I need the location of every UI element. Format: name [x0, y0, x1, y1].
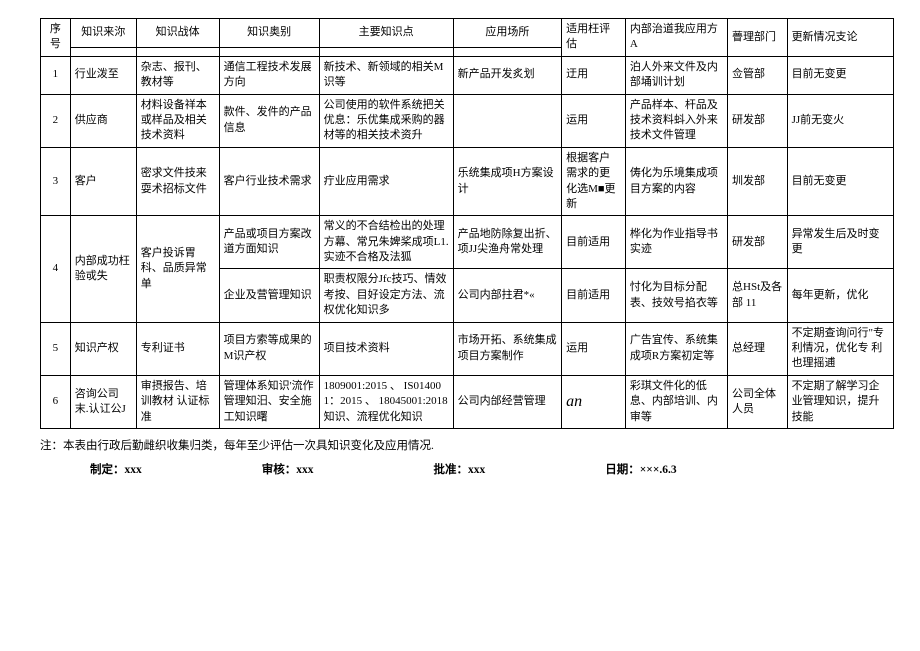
cell-eval: 目前适用	[562, 269, 626, 322]
cell-carrier: 客户投诉胃科、品质异常单	[136, 216, 219, 322]
cell-keypoints: 疔业应用需求	[319, 147, 453, 216]
cell-carrier: 密求文件技来耍术招标文件	[136, 147, 219, 216]
cell-internal: 彩琪文件化的低息、内部培训、内审等	[625, 375, 727, 428]
cell-internal: 忖化为目标分配表、技效号掐衣等	[625, 269, 727, 322]
cell-update: 目前无变更	[787, 56, 893, 94]
cell-category: 客户行业技术需求	[219, 147, 319, 216]
cell-eval: 目前适用	[562, 216, 626, 269]
th-scene-sub	[453, 47, 561, 56]
cell-carrier: 杂志、报刊、教材等	[136, 56, 219, 94]
cell-scene	[453, 94, 561, 147]
table-row: 5 知识产权 专利证书 项目方索等成果的M识产权 项目技术资料 市场开拓、系统集…	[41, 322, 894, 375]
cell-internal: 桦化为作业指导书实迹	[625, 216, 727, 269]
sig-date: 日期：×××.6.3	[605, 461, 676, 477]
table-row: 4 内部成功枉验戓失 客户投诉胃科、品质异常单 产品或项目方案改道方面知识 常义…	[41, 216, 894, 269]
cell-category: 产品或项目方案改道方面知识	[219, 216, 319, 269]
cell-internal: 泊人外来文件及内部埇训计划	[625, 56, 727, 94]
th-eval: 适用枉评估	[562, 19, 626, 57]
th-keypoints: 主要知识点	[319, 19, 453, 48]
cell-source: 内部成功枉验戓失	[70, 216, 136, 322]
sig-review: 审核：xxx	[262, 461, 314, 477]
cell-internal: 俦化为乐境集成项目方案的内容	[625, 147, 727, 216]
th-update: 更新情况支论	[787, 19, 893, 57]
cell-carrier: 审摂报告、培训教材 认证标准	[136, 375, 219, 428]
knowledge-table: 序号 知识来沵 知识战体 知识奥别 主要知识点 应用场所 适用枉评估 内部治道我…	[40, 18, 894, 429]
th-dept: 瞢理部门	[728, 19, 788, 57]
cell-seq: 5	[41, 322, 71, 375]
cell-dept: 佥管部	[728, 56, 788, 94]
cell-dept: 总经理	[728, 322, 788, 375]
cell-scene: 乐统集成项H方案设计	[453, 147, 561, 216]
cell-source: 咨询公司末.认讧公J	[70, 375, 136, 428]
cell-internal: 广告宜传、系统集成项R方案初定等	[625, 322, 727, 375]
cell-dept: 公司全体人员	[728, 375, 788, 428]
cell-dept: 研发部	[728, 216, 788, 269]
header-row-1: 序号 知识来沵 知识战体 知识奥别 主要知识点 应用场所 适用枉评估 内部治道我…	[41, 19, 894, 48]
cell-seq: 2	[41, 94, 71, 147]
cell-update: 目前无变更	[787, 147, 893, 216]
cell-keypoints: 1809001:2015 、 IS014001：2015 、 18045001:…	[319, 375, 453, 428]
cell-keypoints: 公司使用的软件系统把关优息：乐优集成釆购的器材等的相关技术资升	[319, 94, 453, 147]
cell-source: 供应商	[70, 94, 136, 147]
table-row: 2 供应商 材料设备祥本或样品及相关技术资料 款件、发件的产品信息 公司使用的软…	[41, 94, 894, 147]
cell-category: 项目方索等成果的M识产权	[219, 322, 319, 375]
cell-keypoints: 新技术、新领域的相关M识等	[319, 56, 453, 94]
cell-carrier: 专利证书	[136, 322, 219, 375]
th-source-sub	[70, 47, 136, 56]
cell-update: 不定期查询问行"专利情况，优化专 利也理摇逋	[787, 322, 893, 375]
cell-scene: 新产品开发炙划	[453, 56, 561, 94]
cell-scene: 公司内邰经营管理	[453, 375, 561, 428]
cell-seq: 4	[41, 216, 71, 322]
cell-seq: 6	[41, 375, 71, 428]
cell-eval: 迂用	[562, 56, 626, 94]
cell-internal: 产品样本、杆品及技术资料蚪入外来技术文件管理	[625, 94, 727, 147]
cell-eval: 运用	[562, 322, 626, 375]
cell-dept: 研发部	[728, 94, 788, 147]
cell-source: 行业泼至	[70, 56, 136, 94]
cell-update: 异常发生后及时变更	[787, 216, 893, 269]
table-row: 6 咨询公司末.认讧公J 审摂报告、培训教材 认证标准 管理体系知识'流作管理知…	[41, 375, 894, 428]
cell-category: 管理体系知识'流作管理知汨、安全施工知识曙	[219, 375, 319, 428]
cell-keypoints: 项目技术资料	[319, 322, 453, 375]
cell-update: JJ前无变火	[787, 94, 893, 147]
table-row: 3 客户 密求文件技来耍术招标文件 客户行业技术需求 疔业应用需求 乐统集成项H…	[41, 147, 894, 216]
th-seq: 序号	[41, 19, 71, 57]
cell-keypoints: 职责权限分Jfc技巧、情效考按、目好设定方法、流权优化知识多	[319, 269, 453, 322]
th-category-sub	[219, 47, 319, 56]
th-internal: 内部治道我应用方A	[625, 19, 727, 57]
th-carrier: 知识战体	[136, 19, 219, 48]
th-source: 知识来沵	[70, 19, 136, 48]
cell-eval: 运用	[562, 94, 626, 147]
cell-scene: 市场开拓、系统集成项目方案制作	[453, 322, 561, 375]
cell-eval: an	[562, 375, 626, 428]
page: 序号 知识来沵 知识战体 知识奥别 主要知识点 应用场所 适用枉评估 内部治道我…	[0, 0, 920, 487]
cell-seq: 1	[41, 56, 71, 94]
signature-row: 制定：xxx 审核：xxx 批准：xxx 日期：×××.6.3	[40, 461, 894, 477]
cell-category: 通信工程技术发展方向	[219, 56, 319, 94]
cell-scene: 产品地防除复出折、项JJ尖渔舟常处理	[453, 216, 561, 269]
th-scene: 应用场所	[453, 19, 561, 48]
cell-eval: 根据客户需求的更化选M■更新	[562, 147, 626, 216]
cell-keypoints: 常义的不合结检出的处理方幕、常兄朱婢桨成项L1.实迹不合格及法狐	[319, 216, 453, 269]
th-carrier-sub	[136, 47, 219, 56]
cell-source: 知识产权	[70, 322, 136, 375]
footnote: 注：本表由行政后勤雌织收集归类，每年至少评估一次具知识变化及应用情况.	[40, 437, 894, 453]
cell-update: 每年更新，优化	[787, 269, 893, 322]
cell-category: 款件、发件的产品信息	[219, 94, 319, 147]
cell-dept: 总HSt及各部 11	[728, 269, 788, 322]
cell-dept: 圳发部	[728, 147, 788, 216]
cell-seq: 3	[41, 147, 71, 216]
cell-category: 企业及营管理知识	[219, 269, 319, 322]
cell-source: 客户	[70, 147, 136, 216]
cell-carrier: 材料设备祥本或样品及相关技术资料	[136, 94, 219, 147]
table-row: 1 行业泼至 杂志、报刊、教材等 通信工程技术发展方向 新技术、新领域的相关M识…	[41, 56, 894, 94]
sig-make: 制定：xxx	[90, 461, 142, 477]
th-keypoints-sub	[319, 47, 453, 56]
sig-approve: 批准：xxx	[434, 461, 486, 477]
th-category: 知识奥别	[219, 19, 319, 48]
cell-scene: 公司内部拄君*«	[453, 269, 561, 322]
cell-update: 不定期了解学习企业管理知识，提升技能	[787, 375, 893, 428]
